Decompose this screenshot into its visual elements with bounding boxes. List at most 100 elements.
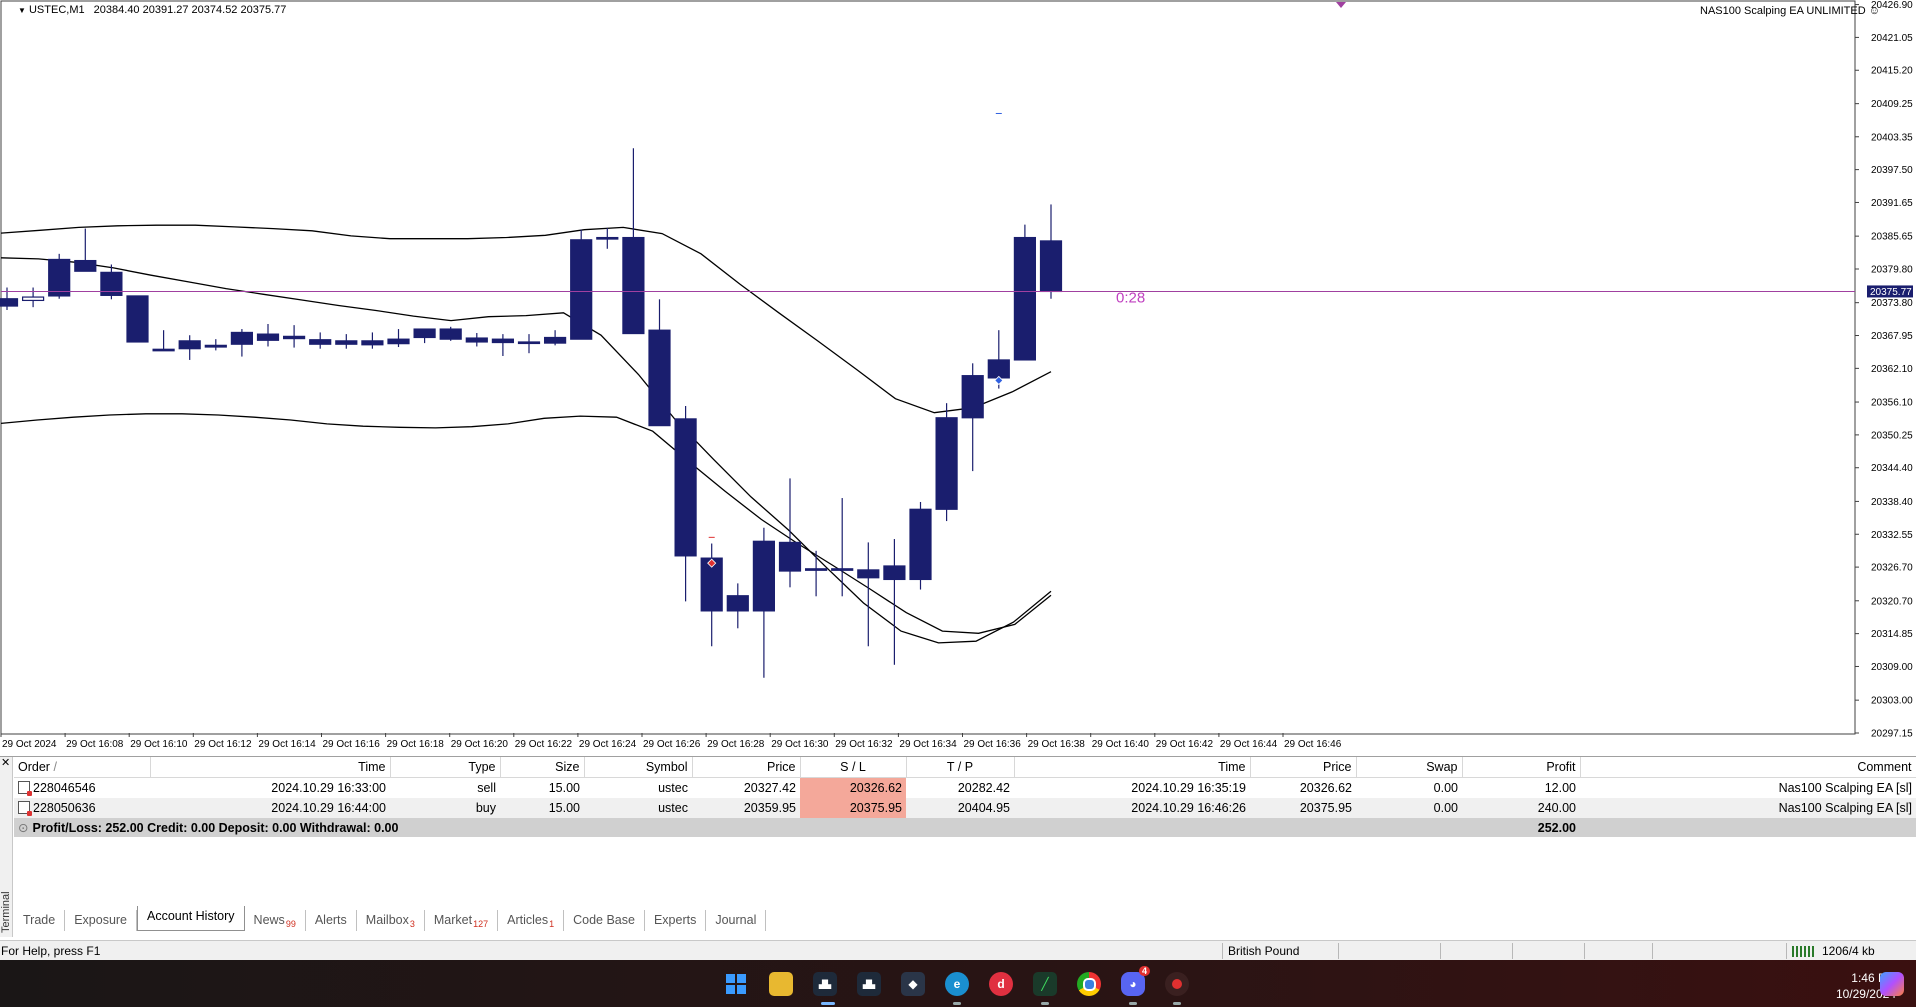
summary-empty: [1580, 818, 1916, 837]
column-header-size[interactable]: Size: [500, 757, 585, 778]
column-header-sl[interactable]: S / L: [800, 757, 907, 778]
candle-body: [909, 508, 932, 581]
terminal-label: Terminal: [0, 891, 12, 933]
tab-label: Market: [433, 913, 473, 927]
candle-body: [387, 338, 410, 345]
candle-body: [74, 259, 97, 272]
tab-journal[interactable]: Journal: [706, 910, 767, 931]
tab-articles[interactable]: Articles1: [498, 910, 565, 931]
candle-body: [987, 359, 1010, 379]
current-price-label: 20375.77: [1870, 287, 1912, 298]
tab-badge: 3: [409, 919, 415, 929]
candle-body: [152, 348, 175, 352]
column-header-time[interactable]: Time: [150, 757, 391, 778]
column-header-symbol[interactable]: Symbol: [584, 757, 693, 778]
table-header-row: Order / Time Type Size Symbol Price S / …: [14, 757, 1916, 778]
status-divider: [1652, 943, 1653, 959]
metatrader-icon[interactable]: ▟▙: [813, 972, 837, 996]
tab-experts[interactable]: Experts: [645, 910, 707, 931]
tab-badge: 127: [473, 919, 489, 929]
column-header-price[interactable]: Price: [692, 757, 801, 778]
candle-body: [178, 340, 201, 350]
candle-body: [1013, 236, 1037, 361]
file-explorer-icon[interactable]: [769, 972, 793, 996]
tab-badge: 99: [285, 919, 296, 929]
open-price-cell: 20327.42: [743, 781, 796, 795]
column-header-profit[interactable]: Profit: [1462, 757, 1581, 778]
status-divider: [1512, 943, 1513, 959]
account-history-grid[interactable]: Order / Time Type Size Symbol Price S / …: [14, 757, 1916, 837]
tab-news[interactable]: News99: [245, 910, 306, 931]
game-icon[interactable]: ◆: [901, 972, 925, 996]
tab-market[interactable]: Market127: [425, 910, 499, 931]
app-red-icon[interactable]: d: [989, 972, 1013, 996]
y-tick-label: 20303.00: [1871, 696, 1913, 707]
table-row[interactable]: 228046546 2024.10.29 16:33:00 sell 15.00…: [14, 777, 1916, 799]
x-tick-label: 29 Oct 16:42: [1156, 739, 1214, 750]
candle-body: [543, 336, 567, 344]
x-tick-label: 29 Oct 16:14: [258, 739, 316, 750]
status-currency: British Pound: [1228, 944, 1300, 958]
type-cell: sell: [477, 781, 496, 795]
column-header-order[interactable]: Order /: [14, 757, 151, 778]
column-header-swap[interactable]: Swap: [1356, 757, 1463, 778]
y-tick-label: 20373.80: [1871, 298, 1913, 309]
tab-alerts[interactable]: Alerts: [306, 910, 357, 931]
price-chart[interactable]: 20426.9020421.0520415.2020409.2520403.35…: [0, 0, 1916, 756]
candle-body: [439, 328, 462, 340]
y-tick-label: 20379.80: [1871, 264, 1913, 275]
tab-label: Exposure: [74, 913, 128, 927]
summary-row: ⊙ Profit/Loss: 252.00 Credit: 0.00 Deposi…: [14, 818, 1916, 837]
running-app-indicator: [1173, 1002, 1181, 1005]
x-tick-label: 29 Oct 16:24: [579, 739, 637, 750]
chart-arrow-icon: ▼: [18, 6, 26, 15]
tab-exposure[interactable]: Exposure: [65, 910, 138, 931]
metatrader-icon-2[interactable]: ▟▙: [857, 972, 881, 996]
column-header-type[interactable]: Type: [390, 757, 501, 778]
candle: [126, 295, 149, 343]
y-tick-label: 20385.65: [1871, 232, 1913, 243]
column-header-comment[interactable]: Comment: [1580, 757, 1916, 778]
summary-marker-icon: ⊙: [18, 821, 29, 835]
edge-icon[interactable]: e: [945, 972, 969, 996]
tab-code-base[interactable]: Code Base: [564, 910, 645, 931]
x-tick-label: 29 Oct 2024: [2, 739, 57, 750]
chart-area[interactable]: 20426.90 20421.05 20415.20 20409.25 20403.35…: [0, 0, 1916, 756]
candle: [909, 501, 932, 590]
y-tick-label: 20356.10: [1871, 398, 1913, 409]
y-tick-label: 20297.15: [1871, 729, 1913, 740]
windows-start-icon[interactable]: [724, 972, 748, 996]
tab-account-history[interactable]: Account History: [137, 906, 245, 931]
x-tick-label: 29 Oct 16:12: [194, 739, 252, 750]
order-cell: 228046546: [14, 778, 150, 799]
tab-trade[interactable]: Trade: [14, 910, 66, 931]
summary-total: 252.00: [1462, 818, 1580, 837]
open-price-cell: 20359.95: [692, 798, 800, 818]
status-bar: For Help, press F1 British Pound 1206/4 …: [0, 940, 1916, 961]
candle-body: [126, 295, 149, 343]
y-tick-label: 20415.20: [1871, 66, 1913, 77]
open-time-cell: 2024.10.29 16:44:00: [150, 798, 390, 818]
order-icon: [18, 801, 32, 816]
recorder-icon[interactable]: [1165, 972, 1189, 996]
candle: [1013, 224, 1037, 361]
discord-icon[interactable]: ◕ 4: [1121, 966, 1150, 996]
y-tick-label: 20309.00: [1871, 662, 1913, 673]
candle-body: [517, 341, 541, 345]
column-header-close-price[interactable]: Price: [1250, 757, 1357, 778]
chrome-icon[interactable]: [1077, 972, 1101, 996]
close-icon[interactable]: ✕: [1, 758, 10, 769]
candle-countdown: 0:28: [1116, 289, 1145, 306]
tp-cell: 20404.95: [906, 798, 1014, 818]
expert-advisor-label[interactable]: NAS100 Scalping EA UNLIMITED ☺: [1700, 5, 1880, 17]
sl-cell: 20375.95: [800, 798, 906, 818]
trading-app-icon[interactable]: ╱: [1033, 972, 1057, 996]
candle: [48, 253, 71, 299]
column-header-tp[interactable]: T / P: [906, 757, 1015, 778]
table-row[interactable]: 228050636 2024.10.29 16:44:00 buy 15.00 …: [14, 798, 1916, 818]
tab-label: Articles: [507, 913, 549, 927]
column-header-close-time[interactable]: Time: [1014, 757, 1251, 778]
copilot-icon[interactable]: [1880, 972, 1904, 996]
profit-cell: 240.00: [1462, 798, 1580, 818]
tab-mailbox[interactable]: Mailbox3: [357, 910, 425, 931]
